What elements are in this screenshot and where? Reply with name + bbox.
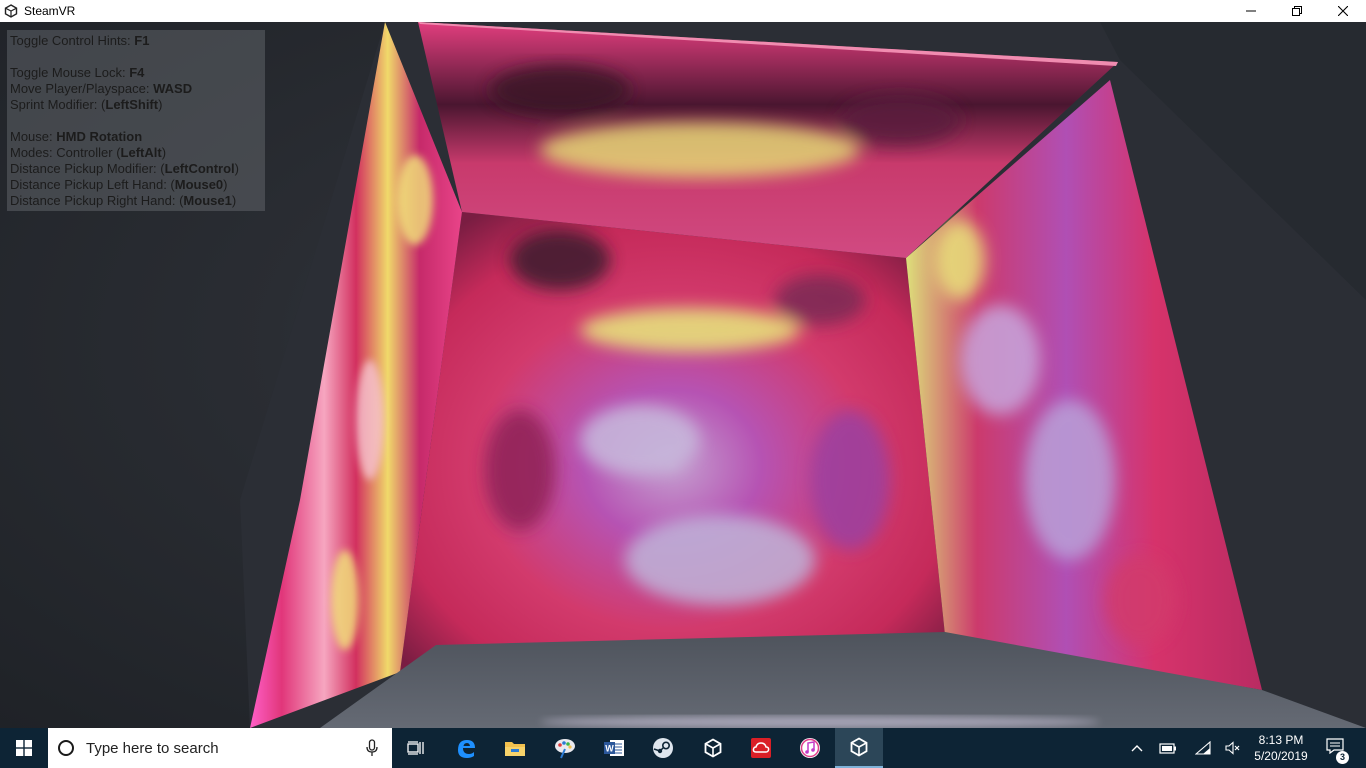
battery-icon xyxy=(1159,743,1176,754)
svg-text:W: W xyxy=(605,744,614,754)
unity-icon xyxy=(704,738,722,758)
control-hints-panel: Toggle Control Hints: F1 Toggle Mouse Lo… xyxy=(7,30,265,211)
hint-move: Move Player/Playspace: WASD xyxy=(10,81,193,96)
hint-modes: Modes: Controller (LeftAlt) xyxy=(10,145,167,160)
hint-toggle-hints: Toggle Control Hints: F1 xyxy=(10,33,150,48)
creative-cloud-icon xyxy=(751,738,771,758)
hint-pickup-right: Distance Pickup Right Hand: (Mouse1) xyxy=(10,193,237,208)
unity-icon xyxy=(850,737,868,757)
game-viewport[interactable]: Toggle Control Hints: F1 Toggle Mouse Lo… xyxy=(0,22,1366,728)
taskbar-search-box[interactable]: Type here to search xyxy=(48,728,392,768)
paint-icon xyxy=(555,739,575,759)
cortana-icon xyxy=(58,740,74,756)
itunes-icon xyxy=(800,738,820,758)
taskbar-unity-active[interactable] xyxy=(835,728,883,768)
start-button[interactable] xyxy=(0,728,48,768)
restore-button[interactable] xyxy=(1274,0,1320,22)
hint-pickup-left: Distance Pickup Left Hand: (Mouse0) xyxy=(10,177,228,192)
volume-muted-icon xyxy=(1225,741,1240,755)
search-placeholder: Type here to search xyxy=(86,739,219,757)
word-icon: W xyxy=(604,740,624,756)
restore-icon xyxy=(1292,6,1302,16)
hint-pickup-modifier: Distance Pickup Modifier: (LeftControl) xyxy=(10,161,240,176)
steam-icon xyxy=(653,738,673,758)
window-controls xyxy=(1228,0,1366,22)
taskbar-creative-cloud[interactable] xyxy=(737,728,785,768)
taskbar-unity[interactable] xyxy=(689,728,737,768)
chevron-up-icon xyxy=(1131,745,1143,752)
task-view-button[interactable] xyxy=(392,728,440,768)
close-button[interactable] xyxy=(1320,0,1366,22)
taskbar-edge[interactable] xyxy=(442,728,490,768)
taskbar-clock[interactable]: 8:13 PM 5/20/2019 xyxy=(1248,728,1314,768)
hint-mouse: Mouse: HMD Rotation xyxy=(10,129,143,144)
minimize-button[interactable] xyxy=(1228,0,1274,22)
clock-time: 8:13 PM xyxy=(1258,733,1304,747)
window-titlebar: SteamVR xyxy=(0,0,1366,22)
taskbar-paint[interactable] xyxy=(541,728,589,768)
hint-sprint: Sprint Modifier: (LeftShift) xyxy=(10,97,163,112)
window-title: SteamVR xyxy=(24,4,76,18)
taskbar-itunes[interactable] xyxy=(786,728,834,768)
minimize-icon xyxy=(1246,10,1256,12)
wifi-icon xyxy=(1195,741,1211,755)
unity-icon xyxy=(4,4,18,18)
battery-button[interactable] xyxy=(1156,728,1180,768)
action-center-button[interactable]: 3 xyxy=(1320,728,1350,768)
microphone-icon[interactable] xyxy=(366,739,378,757)
taskbar-word[interactable]: W xyxy=(590,728,638,768)
network-button[interactable] xyxy=(1192,728,1214,768)
taskbar: Type here to search W 8:13 PM 5/20/2019 … xyxy=(0,728,1366,768)
notification-count-badge: 3 xyxy=(1336,750,1349,764)
windows-icon xyxy=(16,740,32,756)
notification-icon: 3 xyxy=(1326,737,1349,764)
taskbar-steam[interactable] xyxy=(639,728,687,768)
close-icon xyxy=(1338,6,1348,16)
hint-mouse-lock: Toggle Mouse Lock: F4 xyxy=(10,65,145,80)
edge-icon xyxy=(458,740,475,758)
show-hidden-icons-button[interactable] xyxy=(1126,728,1148,768)
taskbar-file-explorer[interactable] xyxy=(491,728,539,768)
volume-button[interactable] xyxy=(1222,728,1244,768)
task-view-icon xyxy=(407,741,424,755)
clock-date: 5/20/2019 xyxy=(1254,749,1308,763)
file-explorer-icon xyxy=(505,742,525,756)
